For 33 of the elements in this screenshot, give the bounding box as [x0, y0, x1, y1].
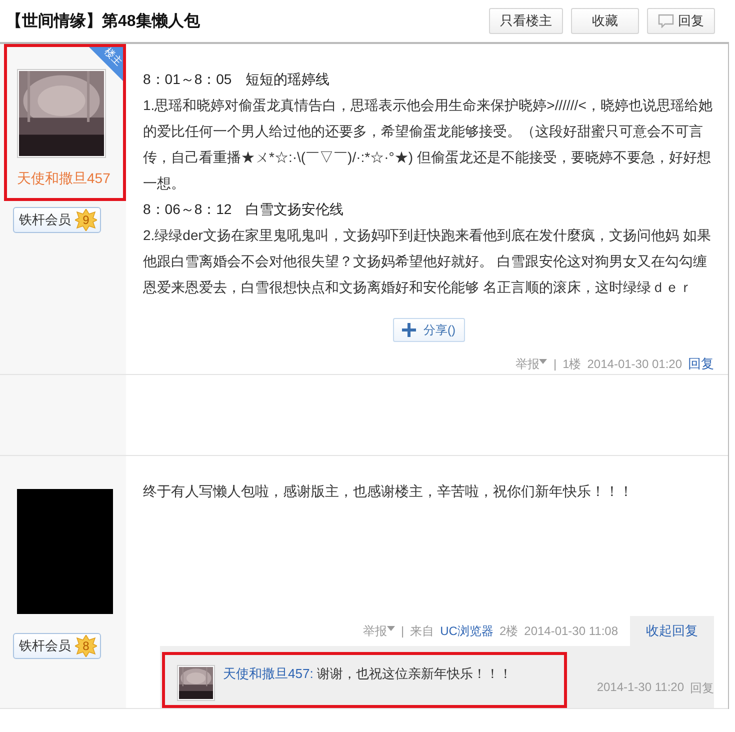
toolbar-button[interactable]: 收藏 [571, 8, 639, 34]
section-heading: 8：01～8：05 短短的瑶婷线 [143, 70, 331, 89]
reply-link[interactable]: 回复 [688, 355, 714, 373]
section-heading: 8：06～8：12 白雪文扬安伦线 [143, 200, 345, 219]
plus-icon [402, 323, 416, 337]
username-link[interactable]: 天使和撒旦457 [17, 170, 123, 188]
op-badge-label: 楼主 [100, 45, 125, 70]
post-time: 2014-01-30 01:20 [587, 357, 682, 371]
source-label: 来自 [410, 622, 434, 640]
toolbar-button[interactable]: 回复 [647, 8, 715, 34]
source-link[interactable]: UC浏览器 [440, 622, 494, 640]
toolbar-button[interactable]: 只看楼主 [489, 8, 563, 34]
comment-icon [658, 14, 674, 28]
report-link[interactable]: 举报 [515, 355, 548, 373]
reply-text: 谢谢，也祝这位亲新年快乐！！！ [316, 666, 512, 681]
post-time: 2014-01-30 11:08 [524, 624, 618, 638]
report-link[interactable]: 举报 [362, 622, 395, 640]
share-button[interactable]: 分享() [392, 318, 464, 342]
post-text: 1.思瑶和晓婷对偷蛋龙真情告白，思瑶表示他会用生命来保护晓婷>//////<，晓婷也说思瑶给她的爱比任何一个男人给过他的还要多，希望偷蛋龙能够接受。（这段好甜蜜只可意会不可言传，自己看重播★ㄨ*☆:·\(￣▽￣)/·:*☆·°★) 但偷蛋龙还是不能接受，要晓婷不要急，好好想一想。 [143, 96, 714, 193]
member-title: 铁杆会员 [19, 211, 71, 229]
level-badge: 8 [75, 635, 97, 657]
thread-title: 【世间情缘】第48集懒人包 [6, 11, 201, 32]
post-text: 终于有人写懒人包啦，感谢版主，也感谢楼主，辛苦啦，祝你们新年快乐！！！ [143, 482, 634, 501]
post-text: 2.绿绿der文扬在家里鬼吼鬼叫，文扬妈吓到赶快跑来看他到底在发什麼疯，文扬问他妈 如果他跟白雪离婚会不会对他很失望？文扬妈希望他好就好。 白雪跟安伦这对狗男女又在勾勾缠恩爱来恩爱去，白雪很想快点和文扬离婚好和安伦能够 名正言顺的滚床，这时绿绿ｄｅｒ [143, 226, 712, 297]
separator: | [400, 624, 404, 638]
reply-time: 2014-1-30 11:20 [596, 680, 684, 696]
level-badge: 9 [75, 209, 97, 231]
floor-number: 2楼 [499, 622, 518, 640]
separator: | [553, 357, 557, 371]
reply-author-link[interactable]: 天使和撒旦457: [223, 666, 314, 681]
collapse-replies-tab[interactable]: 收起回复 [630, 616, 714, 646]
member-title: 铁杆会员 [19, 637, 71, 655]
floor-number: 1楼 [562, 356, 582, 372]
